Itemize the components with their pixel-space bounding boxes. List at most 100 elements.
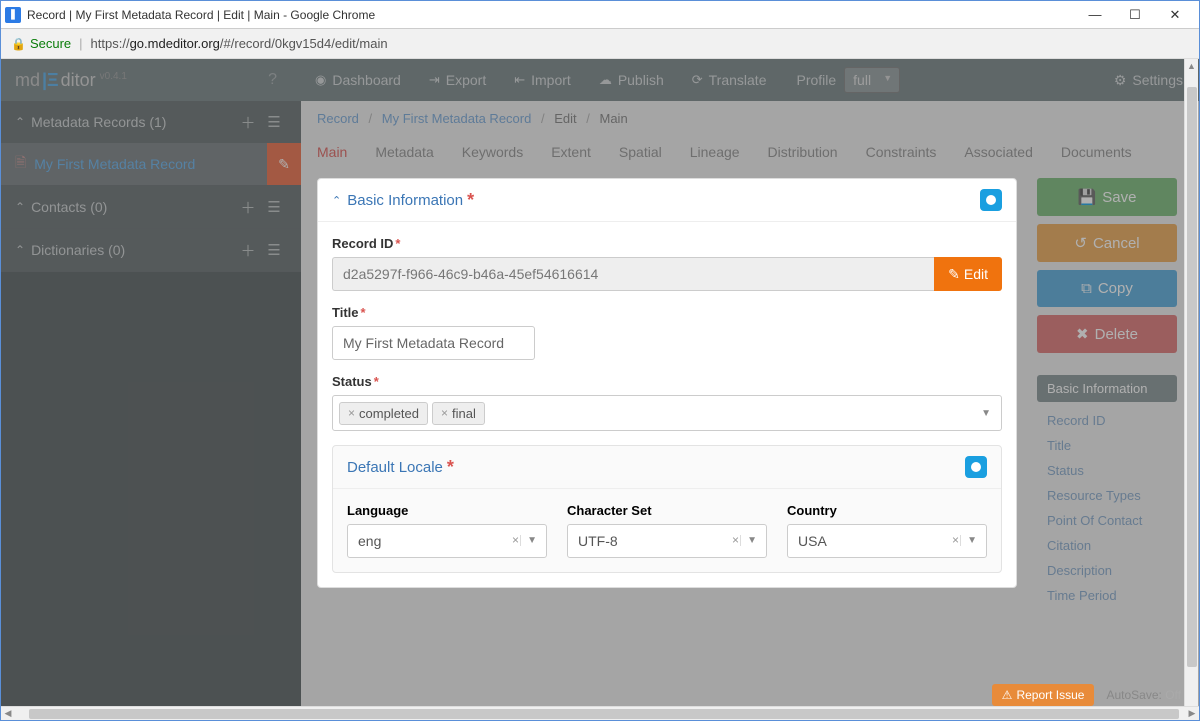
chevron-down-icon[interactable]: ▼ [520, 535, 537, 546]
horizontal-scrollbar[interactable]: ◀ ▶ [1, 706, 1199, 720]
section-nav-item[interactable]: Description [1037, 558, 1177, 583]
add-contact-button[interactable]: ＋ [235, 197, 261, 218]
cancel-button[interactable]: ↺Cancel [1037, 224, 1177, 262]
tab-keywords[interactable]: Keywords [462, 136, 523, 168]
clear-button[interactable]: × [732, 533, 739, 547]
list-records-button[interactable]: ☰ [261, 113, 287, 131]
list-dictionaries-button[interactable]: ☰ [261, 241, 287, 259]
section-nav: Basic Information Record ID Title Status… [1037, 375, 1177, 608]
label-title: Title* [332, 305, 1002, 320]
subpanel-help-button[interactable] [965, 456, 987, 478]
copy-icon: ⧉ [1081, 280, 1092, 297]
breadcrumb-name[interactable]: My First Metadata Record [382, 111, 532, 126]
nav-export[interactable]: ⇥Export [415, 72, 500, 88]
section-tabs: Main Metadata Keywords Extent Spatial Li… [301, 136, 1199, 168]
nav-dashboard[interactable]: ◉Dashboard [301, 72, 415, 88]
list-contacts-button[interactable]: ☰ [261, 198, 287, 216]
add-dictionary-button[interactable]: ＋ [235, 240, 261, 261]
nav-import[interactable]: ⇤Import [500, 72, 585, 88]
autosave-status: AutoSave: Off [1106, 688, 1181, 702]
sidebar-dictionaries-header[interactable]: ⌃ Dictionaries (0) ＋ ☰ [1, 229, 301, 271]
add-record-button[interactable]: ＋ [235, 112, 261, 133]
minimize-button[interactable]: — [1075, 5, 1115, 25]
save-icon: 💾 [1078, 188, 1097, 206]
section-nav-head[interactable]: Basic Information [1037, 375, 1177, 402]
tab-main[interactable]: Main [317, 136, 347, 168]
delete-button[interactable]: ✖Delete [1037, 315, 1177, 353]
scroll-up-icon[interactable]: ▲ [1187, 59, 1196, 73]
section-nav-item[interactable]: Resource Types [1037, 483, 1177, 508]
remove-tag-button[interactable]: × [441, 406, 448, 420]
gear-icon: ⚙ [1114, 72, 1127, 89]
tab-distribution[interactable]: Distribution [768, 136, 838, 168]
tab-documents[interactable]: Documents [1061, 136, 1132, 168]
clear-button[interactable]: × [512, 533, 519, 547]
label-country: Country [787, 503, 987, 518]
section-nav-item[interactable]: Title [1037, 433, 1177, 458]
panel-help-button[interactable] [980, 189, 1002, 211]
panel-default-locale: Default Locale * Language [332, 445, 1002, 573]
nav-translate[interactable]: ⟳Translate [678, 72, 781, 88]
save-button[interactable]: 💾Save [1037, 178, 1177, 216]
nav-publish[interactable]: ☁Publish [585, 72, 678, 88]
scroll-thumb[interactable] [1187, 87, 1197, 667]
vertical-scrollbar[interactable]: ▲ [1184, 59, 1198, 706]
remove-tag-button[interactable]: × [348, 406, 355, 420]
input-status[interactable]: ×completed ×final ▼ [332, 395, 1002, 431]
label-charset: Character Set [567, 503, 767, 518]
scroll-thumb[interactable] [29, 709, 1179, 719]
copy-button[interactable]: ⧉Copy [1037, 270, 1177, 307]
input-title[interactable] [332, 326, 535, 360]
tab-associated[interactable]: Associated [964, 136, 1032, 168]
tab-spatial[interactable]: Spatial [619, 136, 662, 168]
edit-record-button[interactable]: ✎ [267, 143, 301, 185]
chevron-down-icon[interactable]: ▼ [981, 408, 991, 419]
tab-constraints[interactable]: Constraints [866, 136, 937, 168]
url[interactable]: https://go.mdeditor.org/#/record/0kgv15d… [91, 36, 388, 51]
breadcrumb-record[interactable]: Record [317, 111, 359, 126]
section-nav-item[interactable]: Status [1037, 458, 1177, 483]
help-icon[interactable]: ? [268, 71, 277, 89]
sidebar: ⌃ Metadata Records (1) ＋ ☰ 🗎 My First Me… [1, 101, 301, 720]
sidebar-records-header[interactable]: ⌃ Metadata Records (1) ＋ ☰ [1, 101, 301, 143]
scroll-right-icon[interactable]: ▶ [1185, 708, 1199, 719]
chevron-up-icon: ⌃ [15, 243, 25, 257]
translate-icon: ⟳ [692, 72, 703, 88]
section-nav-item[interactable]: Point Of Contact [1037, 508, 1177, 533]
section-nav-item[interactable]: Record ID [1037, 408, 1177, 433]
label-status: Status* [332, 374, 1002, 389]
breadcrumb-section: Main [600, 111, 628, 126]
tab-metadata[interactable]: Metadata [375, 136, 433, 168]
input-record-id [332, 257, 934, 291]
secure-indicator: 🔒 Secure [11, 36, 71, 51]
chevron-up-icon: ⌃ [332, 194, 341, 207]
brand-icon: |Ξ [42, 70, 59, 90]
tab-lineage[interactable]: Lineage [690, 136, 740, 168]
alert-icon: ⚠ [1002, 688, 1013, 702]
undo-icon: ↺ [1074, 234, 1087, 252]
panel-title[interactable]: ⌃ Basic Information [332, 192, 463, 209]
sidebar-contacts-header[interactable]: ⌃ Contacts (0) ＋ ☰ [1, 186, 301, 228]
brand-logo[interactable]: md|Ξditorv0.4.1 [15, 70, 127, 91]
clear-button[interactable]: × [952, 533, 959, 547]
sidebar-record-item[interactable]: 🗎 My First Metadata Record ✎ [1, 143, 301, 185]
main-content: Record / My First Metadata Record / Edit… [301, 101, 1199, 720]
tab-extent[interactable]: Extent [551, 136, 591, 168]
section-nav-item[interactable]: Time Period [1037, 583, 1177, 608]
profile-select[interactable]: full [844, 67, 900, 93]
scroll-left-icon[interactable]: ◀ [1, 708, 15, 719]
section-nav-item[interactable]: Citation [1037, 533, 1177, 558]
chevron-down-icon[interactable]: ▼ [740, 535, 757, 546]
dashboard-icon: ◉ [315, 72, 326, 88]
chevron-up-icon: ⌃ [15, 115, 25, 129]
close-button[interactable]: ✕ [1155, 5, 1195, 25]
status-tag: ×completed [339, 402, 428, 425]
edit-record-id-button[interactable]: ✎Edit [934, 257, 1002, 291]
maximize-button[interactable]: ☐ [1115, 5, 1155, 25]
chevron-down-icon[interactable]: ▼ [960, 535, 977, 546]
top-nav: md|Ξditorv0.4.1 ? ◉Dashboard ⇥Export ⇤Im… [1, 59, 1199, 101]
pencil-icon: ✎ [948, 266, 960, 283]
favicon-icon: ❚ [5, 7, 21, 23]
report-issue-button[interactable]: ⚠Report Issue [992, 684, 1095, 706]
breadcrumb-edit: Edit [554, 111, 576, 126]
